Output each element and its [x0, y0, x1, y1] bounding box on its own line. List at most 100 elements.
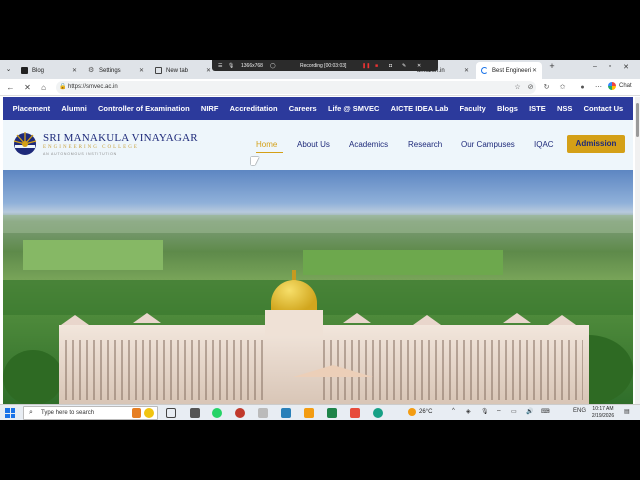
nav-accreditation[interactable]: Accreditation [230, 104, 278, 113]
nav-alumni[interactable]: Alumni [61, 104, 86, 113]
tab-best-engineering[interactable]: Best Engineeri ✕ [476, 62, 542, 79]
nav-life-at-smvec[interactable]: Life @ SMVEC [328, 104, 380, 113]
brave-icon[interactable] [304, 408, 314, 418]
close-icon[interactable]: ✕ [464, 67, 469, 74]
file-app-icon[interactable] [190, 408, 200, 418]
new-tab-plus-icon[interactable]: + [545, 61, 559, 71]
admission-button[interactable]: Admission [567, 135, 625, 153]
tray-chevron-icon[interactable]: ^ [452, 408, 455, 414]
tab-label: Best Engineeri [492, 67, 532, 74]
nav-iste[interactable]: ISTE [529, 104, 546, 113]
star-icon[interactable]: ☆ [512, 82, 523, 93]
copilot-icon [608, 82, 616, 90]
main-nav-home[interactable]: Home [256, 140, 277, 149]
more-icon[interactable]: ⋯ [593, 82, 604, 93]
scrollbar-thumb[interactable] [636, 103, 639, 137]
network-icon[interactable]: ◈ [466, 408, 471, 415]
language-indicator[interactable]: ENG [573, 408, 586, 414]
weather-widget[interactable]: 26°C [408, 408, 432, 416]
notification-icon[interactable]: ▤ [624, 408, 630, 415]
tab-settings[interactable]: ⚙ Settings ✕ [83, 62, 149, 79]
app-icon[interactable] [258, 408, 268, 418]
close-icon[interactable]: ✕ [139, 67, 144, 74]
edge-icon[interactable] [373, 408, 383, 418]
browser-tab-strip: ⌄ Blog ✕ ⚙ Settings ✕ New tab ✕ amazon.i… [0, 60, 640, 79]
recorder-close-icon[interactable]: ✕ [417, 63, 421, 69]
keyboard-icon[interactable]: ⌨ [541, 408, 550, 415]
nav-contact-us[interactable]: Contact Us [584, 104, 624, 113]
close-icon[interactable]: ✕ [206, 67, 211, 74]
tab-blog[interactable]: Blog ✕ [16, 62, 82, 79]
excel-icon[interactable] [327, 408, 337, 418]
nav-faculty[interactable]: Faculty [460, 104, 486, 113]
battery-icon[interactable]: ▭ [511, 408, 517, 415]
entrance-roof [293, 365, 373, 377]
green-field [303, 250, 503, 275]
windows-taskbar: ⌕ Type here to search 26°C ^ ◈ 🎙 ⌔ ▭ 🔊 ⌨… [0, 404, 640, 420]
clock-date: 2/19/2026 [591, 413, 615, 419]
stop-icon[interactable]: ■ [375, 63, 378, 69]
close-icon[interactable]: ✕ [72, 67, 77, 74]
stop-loading-icon[interactable]: ✕ [22, 82, 33, 93]
wifi-icon[interactable]: ⌔ [496, 408, 502, 416]
recorder-app-icon[interactable] [235, 408, 245, 418]
main-nav-about-us[interactable]: About Us [297, 140, 330, 149]
minimize-icon[interactable]: – [588, 63, 602, 70]
nav-placement[interactable]: Placement [13, 104, 51, 113]
favorites-icon[interactable]: ✩ [557, 82, 568, 93]
college-logo-icon[interactable] [12, 130, 38, 156]
main-nav-research[interactable]: Research [408, 140, 442, 149]
mic-icon[interactable]: 🎙 [228, 63, 234, 69]
main-nav-our-campuses[interactable]: Our Campuses [461, 140, 515, 149]
tab-new-tab[interactable]: New tab ✕ [150, 62, 216, 79]
search-highlight-icon [132, 408, 141, 418]
window-close-icon[interactable]: ✕ [619, 63, 633, 71]
taskbar-clock[interactable]: 10:17 AM 2/19/2026 [588, 406, 618, 420]
college-subtitle: ENGINEERING COLLEGE [43, 145, 139, 150]
volume-icon[interactable]: 🔊 [526, 408, 533, 415]
roof [133, 313, 161, 323]
recording-status: Recording [00:03:03] [300, 62, 347, 69]
refresh-icon[interactable]: ↻ [541, 82, 552, 93]
tab-actions-icon[interactable]: ⌄ [3, 64, 14, 75]
app-icon[interactable] [350, 408, 360, 418]
home-icon[interactable]: ⌂ [38, 82, 49, 93]
taskbar-search-input[interactable]: ⌕ Type here to search [23, 406, 158, 420]
main-nav-academics[interactable]: Academics [349, 140, 388, 149]
nav-nss[interactable]: NSS [557, 104, 572, 113]
clock-time: 10:17 AM [592, 406, 614, 412]
url-input[interactable]: 🔒 https://smvec.ac.in [56, 81, 536, 94]
nav-aicte-idea-lab[interactable]: AICTE IDEA Lab [391, 104, 449, 113]
menu-icon[interactable]: ☰ [218, 63, 222, 69]
webcam-icon[interactable]: ◯ [270, 63, 276, 69]
task-view-icon[interactable] [166, 408, 176, 418]
roof [548, 315, 576, 325]
back-icon[interactable]: ← [5, 82, 16, 93]
close-icon[interactable]: ✕ [532, 67, 537, 74]
search-icon: ⌕ [29, 409, 33, 416]
college-tagline: AN AUTONOMOUS INSTITUTION [43, 152, 117, 156]
nav-controller-of-examination[interactable]: Controller of Examination [98, 104, 190, 113]
tab-label: New tab [166, 67, 189, 74]
windows-start-icon[interactable] [5, 408, 15, 418]
tree [3, 350, 63, 404]
site-header: SRI MANAKULA VINAYAGAR ENGINEERING COLLE… [3, 120, 633, 170]
read-aloud-icon[interactable]: ⊘ [525, 82, 536, 93]
page-scrollbar[interactable] [635, 97, 640, 404]
nav-careers[interactable]: Careers [289, 104, 317, 113]
main-nav-iqac[interactable]: IQAC [534, 140, 554, 149]
chat-label: Chat [619, 83, 632, 89]
nav-nirf[interactable]: NIRF [201, 104, 219, 113]
college-name[interactable]: SRI MANAKULA VINAYAGAR [43, 132, 198, 144]
chat-button[interactable]: Chat [608, 82, 632, 90]
app-icon[interactable] [281, 408, 291, 418]
pen-icon[interactable]: ✎ [402, 63, 406, 69]
camera-icon[interactable]: ◘ [389, 63, 392, 69]
whatsapp-icon[interactable] [212, 408, 222, 418]
profile-avatar-icon[interactable]: ● [577, 82, 588, 93]
mic-tray-icon[interactable]: 🎙 [481, 408, 489, 415]
nav-blogs[interactable]: Blogs [497, 104, 518, 113]
pause-icon[interactable]: ❚❚ [362, 63, 370, 69]
screen-recorder-bar: ☰ 🎙 1366x768 ◯ Recording [00:03:03] ❚❚ ■… [212, 60, 438, 71]
maximize-icon[interactable]: ▫ [603, 63, 617, 70]
